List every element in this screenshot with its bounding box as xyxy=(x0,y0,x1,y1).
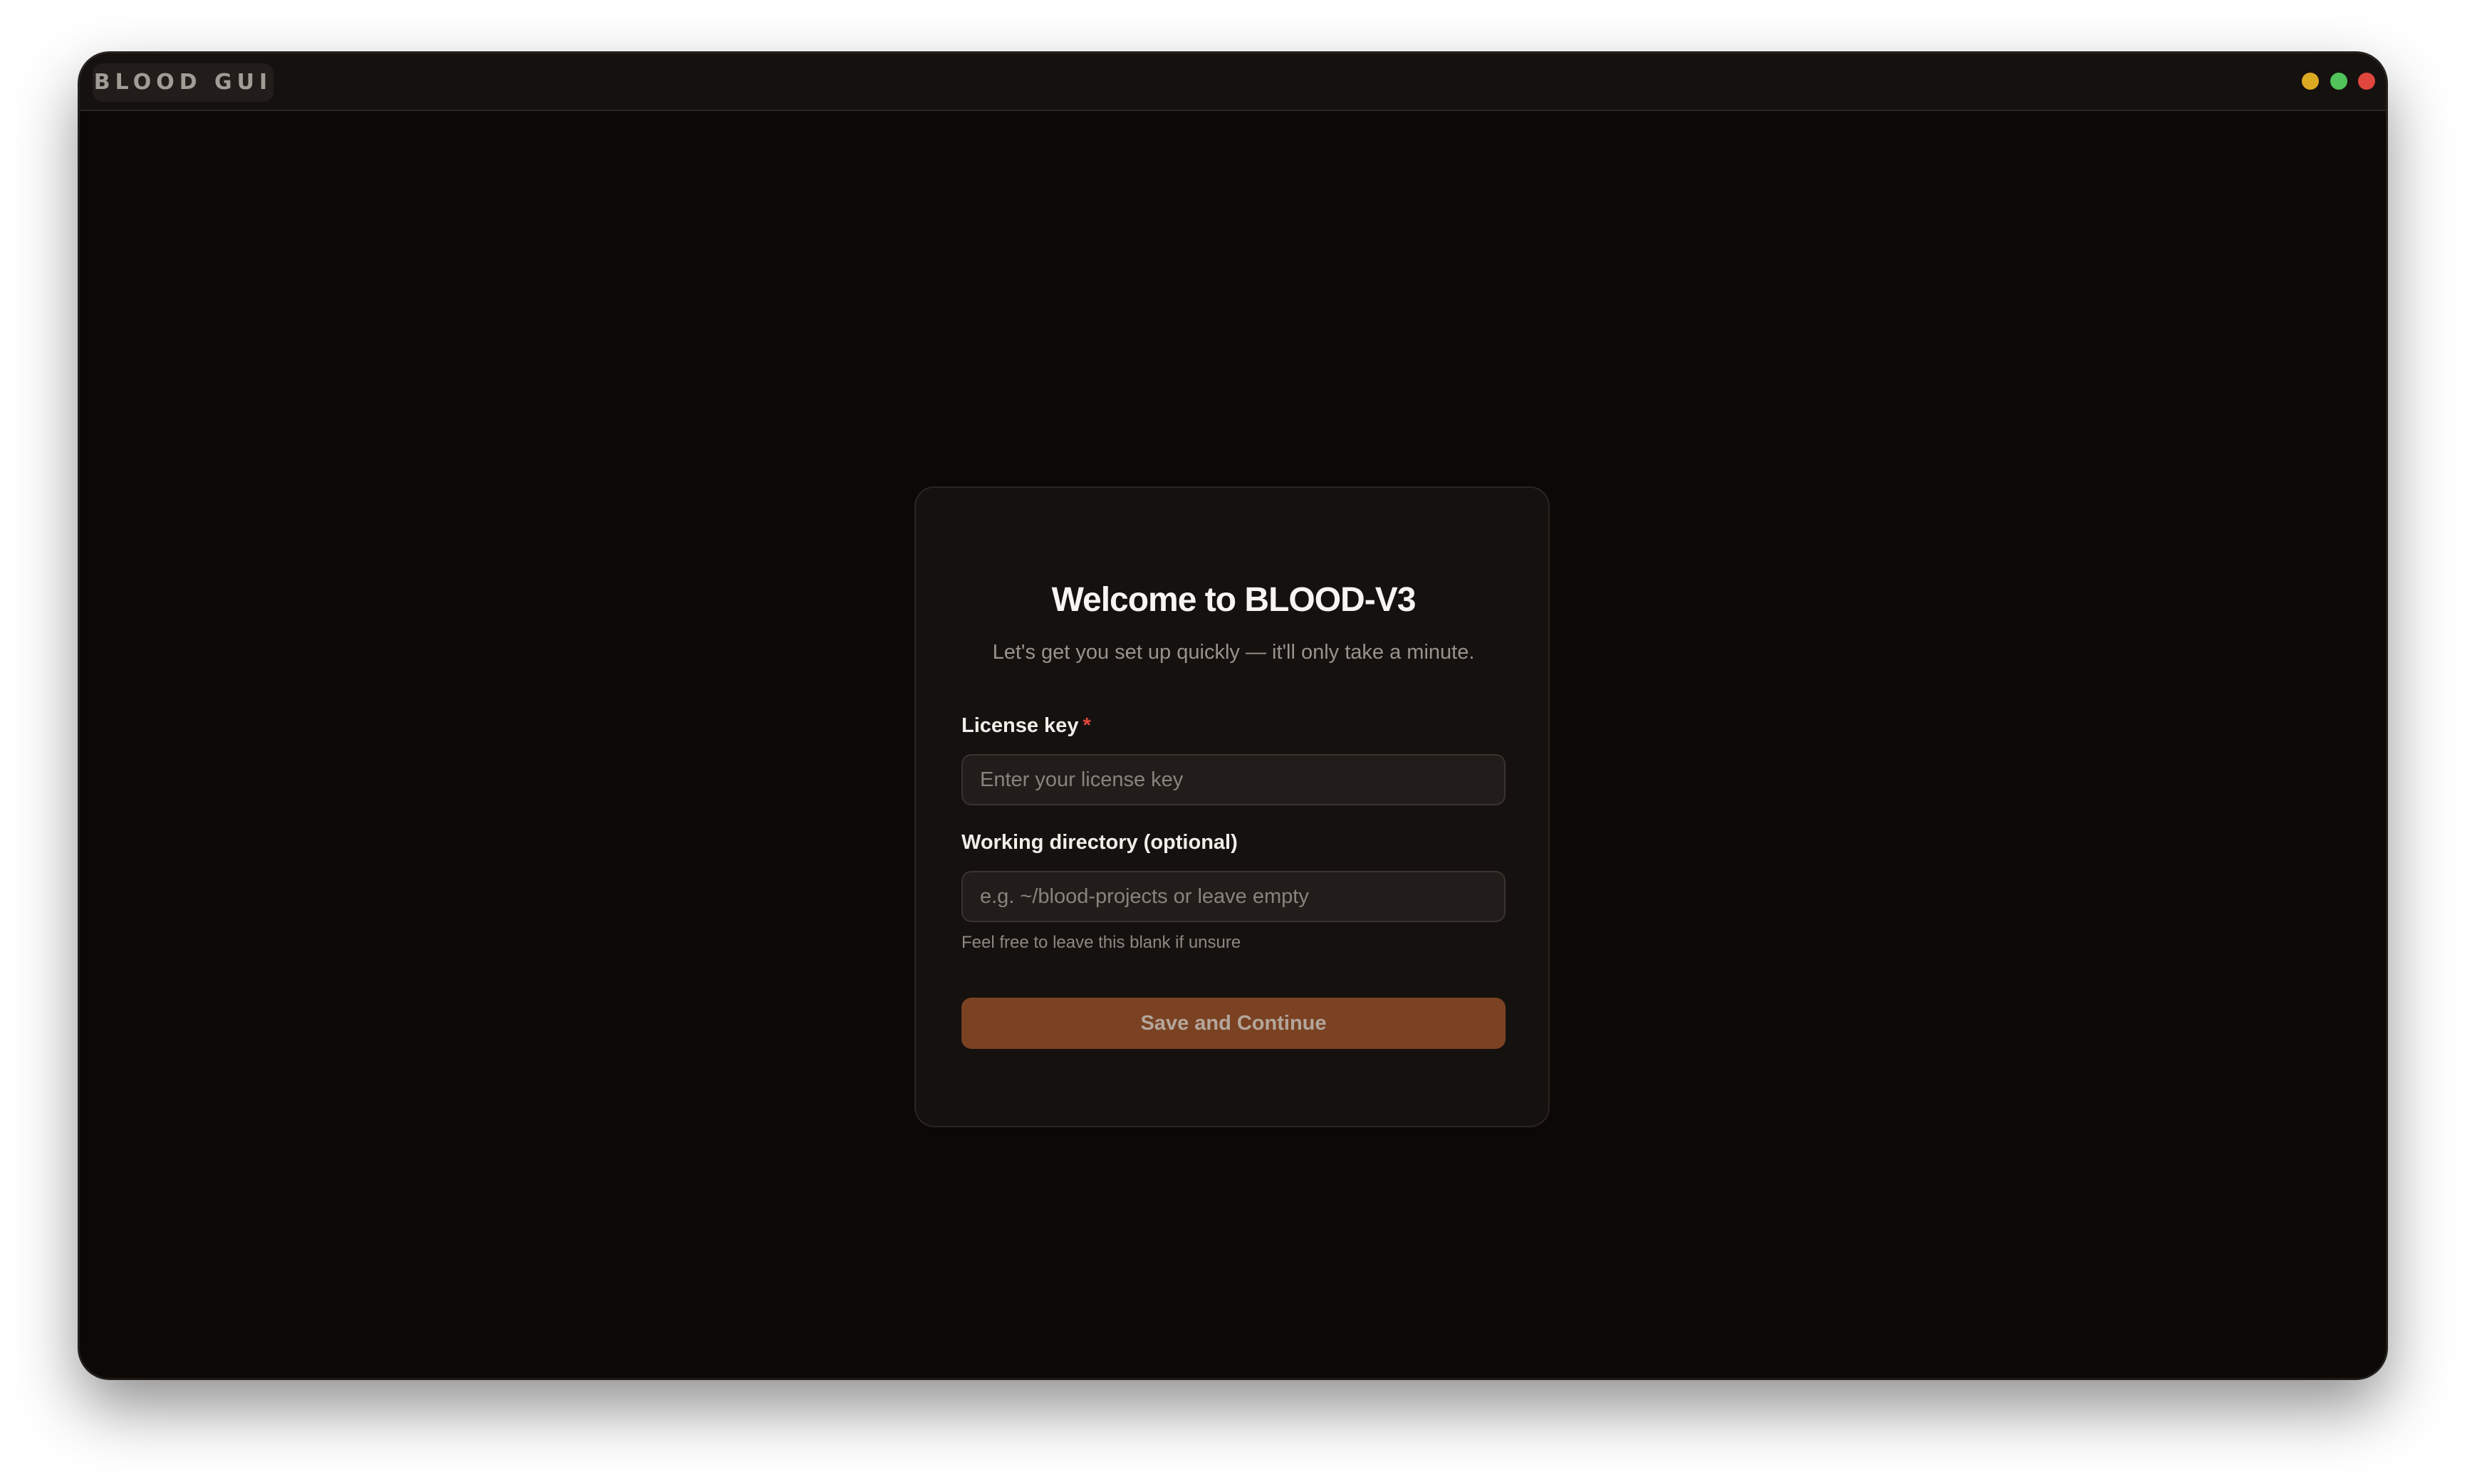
license-key-input[interactable] xyxy=(961,754,1506,805)
close-button[interactable] xyxy=(2358,73,2375,90)
required-marker: * xyxy=(1083,714,1091,737)
working-directory-hint: Feel free to leave this blank if unsure xyxy=(961,933,1241,952)
license-key-label: License key * xyxy=(961,714,1091,738)
app-window: BLOOD GUI Welcome to BLOOD-V3 Let's get … xyxy=(80,53,2386,1378)
setup-card: Welcome to BLOOD-V3 Let's get you set up… xyxy=(914,486,1550,1127)
setup-title: Welcome to BLOOD-V3 xyxy=(1051,581,1417,619)
license-key-label-text: License key xyxy=(961,714,1079,737)
working-directory-label: Working directory (optional) xyxy=(961,831,1238,854)
save-and-continue-button[interactable]: Save and Continue xyxy=(961,998,1506,1049)
maximize-button[interactable] xyxy=(2330,73,2347,90)
working-directory-input[interactable] xyxy=(961,871,1506,922)
setup-subtitle: Let's get you set up quickly — it'll onl… xyxy=(992,641,1475,664)
app-name-tag: BLOOD GUI xyxy=(93,63,273,102)
minimize-button[interactable] xyxy=(2302,73,2319,90)
title-bar[interactable]: BLOOD GUI xyxy=(80,53,2386,111)
